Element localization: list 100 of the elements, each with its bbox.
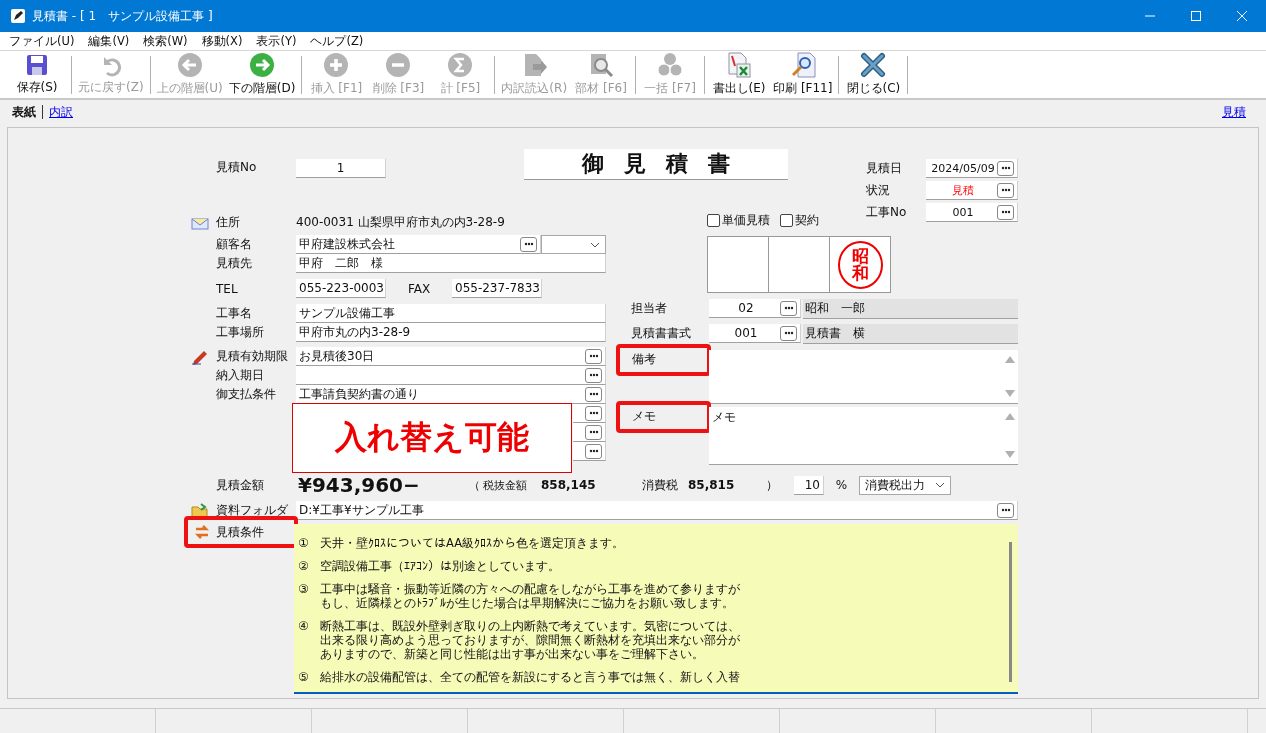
- close-icon[interactable]: [1236, 10, 1248, 22]
- checkbox[interactable]: 単価見積: [707, 212, 770, 229]
- field-label: 見積No: [216, 159, 258, 176]
- tab[interactable]: 内訳: [47, 103, 75, 121]
- input-field[interactable]: サンプル設備工事: [296, 304, 606, 323]
- browse-button[interactable]: [997, 502, 1014, 518]
- browse-button[interactable]: [585, 405, 602, 421]
- memo-text: メモ: [712, 410, 736, 424]
- input-field[interactable]: [573, 404, 606, 423]
- tab[interactable]: 表紙: [10, 103, 38, 121]
- field-label: 納入期日: [216, 367, 265, 384]
- ellipsis-icon: [588, 430, 599, 434]
- field-value: 001: [733, 326, 759, 340]
- input-field[interactable]: D:¥工事¥サンプル工事: [296, 501, 1018, 520]
- ellipsis-icon: [523, 242, 534, 246]
- field-label: 消費税: [642, 476, 679, 494]
- checkbox[interactable]: 契約: [780, 212, 819, 229]
- estimate-link[interactable]: 見積: [1222, 103, 1246, 121]
- list-number: ②: [298, 559, 310, 573]
- condition-text: 天井・壁ｸﾛｽについてはAA級ｸﾛｽから色を選定頂きます。: [320, 536, 625, 550]
- seal-stamp: 昭和: [837, 240, 883, 289]
- ellipsis-icon: [588, 392, 599, 396]
- input-field[interactable]: 1: [296, 159, 386, 178]
- input-field[interactable]: 甲府市丸の内3-28-9: [296, 323, 606, 342]
- field-label: 住所: [216, 214, 241, 231]
- name-field: 見積書 横: [803, 323, 1018, 344]
- input-field[interactable]: 工事請負契約書の通り: [296, 385, 606, 404]
- chevron-down-icon: [935, 482, 945, 488]
- menu-item[interactable]: 表示(Y): [251, 33, 302, 49]
- field-label: 見積有効期限: [216, 348, 289, 365]
- browse-button[interactable]: [780, 300, 797, 316]
- dropdown[interactable]: 消費税出力: [859, 475, 951, 495]
- ellipsis-icon: [1000, 508, 1011, 512]
- envelope-icon: [191, 215, 209, 230]
- field-label: 担当者: [630, 300, 668, 317]
- list-number: ④: [298, 619, 310, 635]
- browse-button[interactable]: [520, 236, 537, 252]
- browse-button[interactable]: [585, 367, 602, 383]
- ellipsis-icon: [783, 331, 794, 335]
- toolbar-button[interactable]: 書出し(E): [708, 50, 771, 99]
- list-number: ①: [298, 536, 310, 550]
- field-label: 状況: [866, 182, 891, 199]
- toolbar-button[interactable]: 下の階層(D): [225, 50, 299, 99]
- ellipsis-icon: [588, 373, 599, 377]
- toolbar-button[interactable]: 保存(S): [6, 51, 68, 98]
- document-title: 御見積書: [524, 149, 788, 180]
- browse-button[interactable]: [780, 325, 797, 341]
- field-label: 見積書書式: [630, 325, 692, 342]
- pencil-icon: [191, 348, 209, 365]
- folder-icon: [191, 502, 209, 519]
- browse-button[interactable]: [585, 386, 602, 402]
- condition-text: 空調設備工事（ｴｱｺﾝ）は別途としています。: [320, 559, 560, 573]
- window-title: 見積書 - [ 1 サンプル設備工事 ]: [32, 7, 213, 25]
- input-field[interactable]: 10: [794, 475, 824, 495]
- input-field[interactable]: [573, 423, 606, 442]
- swap-arrows-icon: [194, 524, 210, 540]
- ellipsis-icon: [588, 449, 599, 453]
- menu-item[interactable]: ファイル(U): [4, 33, 80, 49]
- input-field[interactable]: 055-223-0003: [296, 279, 386, 298]
- menu-item[interactable]: 編集(V): [83, 33, 135, 49]
- field-label: 見積日: [866, 160, 903, 177]
- field-label: 備考: [632, 352, 656, 366]
- menu-item[interactable]: 移動(X): [196, 33, 248, 49]
- text-area[interactable]: [294, 524, 1018, 694]
- field-label: 見積金額: [216, 476, 265, 494]
- app-icon: [10, 8, 26, 24]
- condition-text: 出来る限り高めよう思っておりますが、隙間無く断熱材を充填出来ない部分が: [320, 633, 740, 647]
- input-field[interactable]: 055-237-7833: [452, 279, 542, 298]
- browse-button[interactable]: [585, 443, 602, 459]
- menu-item[interactable]: 検索(W): [138, 33, 193, 49]
- list-number: ⑤: [298, 670, 310, 684]
- input-field[interactable]: お見積後30日: [296, 347, 606, 366]
- close-icon: [860, 52, 887, 78]
- input-field[interactable]: [296, 366, 606, 385]
- browse-button[interactable]: [585, 348, 602, 364]
- input-field[interactable]: [573, 442, 606, 461]
- amount-value: ¥943,960−: [297, 473, 421, 497]
- field-label: 工事場所: [216, 324, 265, 341]
- browse-button[interactable]: [585, 424, 602, 440]
- print-preview-icon: [789, 52, 816, 78]
- browse-button[interactable]: [997, 182, 1014, 198]
- toolbar-button[interactable]: 印刷 [F11]: [770, 50, 836, 99]
- field-label: 見積先: [216, 255, 253, 272]
- ellipsis-icon: [1000, 166, 1011, 170]
- maximize-icon[interactable]: [1190, 10, 1202, 22]
- field-value: 見積: [951, 182, 975, 198]
- percent-label: %: [834, 478, 849, 492]
- bracket-text: ）: [766, 476, 779, 494]
- menu-item[interactable]: ヘルプ(Z): [305, 33, 369, 49]
- toolbar-button[interactable]: 閉じる(C): [842, 50, 905, 99]
- ellipsis-icon: [1000, 210, 1011, 214]
- scrollbar[interactable]: [1009, 542, 1012, 682]
- browse-button[interactable]: [997, 160, 1014, 176]
- input-field[interactable]: 甲府建設株式会社: [296, 235, 541, 254]
- field-label: 資料フォルダ: [216, 502, 289, 519]
- input-field[interactable]: 甲府 二郎 様: [296, 254, 606, 273]
- condition-text: ありますので、新築と同じ性能は出す事が出来ない事をご理解下さい。: [320, 647, 705, 661]
- condition-text: 工事中は騒音・振動等近隣の方々への配慮をしながら工事を進めて参りますが: [320, 582, 740, 596]
- field-label: 御支払条件: [216, 386, 277, 403]
- browse-button[interactable]: [997, 204, 1014, 220]
